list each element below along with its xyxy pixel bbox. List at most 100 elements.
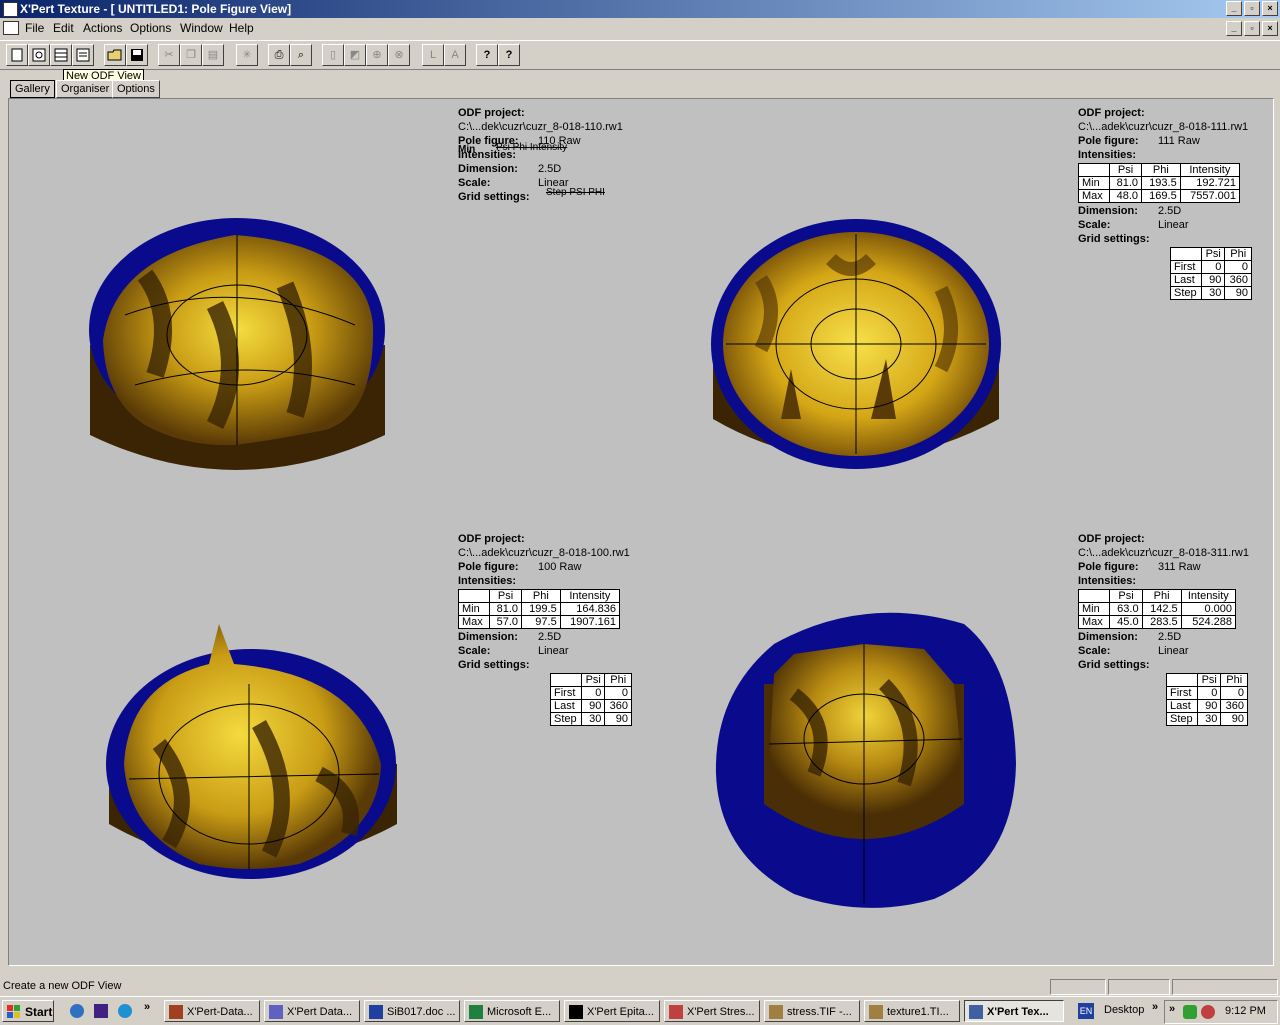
garbled-min-label: Min (458, 144, 476, 155)
task-xpert-texture[interactable]: X'Pert Tex... (964, 1000, 1064, 1022)
odf-project-label: ODF project: (458, 533, 525, 545)
figure-info-311: ODF project: C:\...adek\cuzr\cuzr_8-018-… (1077, 533, 1268, 733)
copy-icon[interactable]: ❐ (180, 44, 202, 66)
start-button[interactable]: Start (2, 1000, 54, 1022)
pole-figure-311[interactable] (714, 604, 1019, 914)
image-icon (869, 1005, 883, 1019)
new-report-button[interactable] (72, 44, 94, 66)
app-icon (569, 1005, 583, 1019)
pole-figure-111[interactable] (701, 219, 1006, 489)
status-bar: Create a new ODF View (0, 977, 1280, 995)
status-text: Create a new ODF View (3, 980, 122, 992)
language-indicator[interactable]: EN (1078, 1003, 1094, 1019)
page-icon[interactable]: ▯ (322, 44, 344, 66)
excel-icon (469, 1005, 483, 1019)
task-word-doc[interactable]: SiB017.doc ... (364, 1000, 460, 1022)
scale-value: Linear (1158, 219, 1189, 231)
close-button[interactable]: × (1262, 1, 1278, 16)
odf-project-path: C:\...adek\cuzr\cuzr_8-018-111.rw1 (1078, 121, 1249, 133)
pole-figure-110[interactable] (85, 215, 395, 490)
tab-gallery[interactable]: Gallery (10, 80, 55, 98)
system-tray: » 9:12 PM (1164, 1000, 1278, 1024)
scale-value: Linear (1158, 645, 1189, 657)
new-table-view-button[interactable] (50, 44, 72, 66)
print-icon[interactable]: ⎙ (268, 44, 290, 66)
tray-chevron[interactable]: » (1169, 1003, 1175, 1015)
chart-icon[interactable]: ◩ (344, 44, 366, 66)
taskbar: Start » X'Pert-Data... X'Pert Data... Si… (0, 996, 1280, 1025)
dimension-label: Dimension: (1078, 205, 1138, 217)
intensities-label: Intensities: (458, 575, 517, 587)
grid-settings-label: Grid settings: (1078, 659, 1150, 671)
task-stress-tif[interactable]: stress.TIF -... (764, 1000, 860, 1022)
minimize-button[interactable]: _ (1226, 1, 1242, 16)
odf-project-label: ODF project: (1078, 107, 1145, 119)
outlook-icon[interactable] (94, 1004, 108, 1018)
status-panel-3 (1172, 979, 1278, 995)
quicklaunch-chevron[interactable]: » (144, 1001, 150, 1013)
intensities-table: Psi Phi Intensity Min 81.0 199.5 164.836 Max 5… (457, 589, 621, 629)
task-xpert-epitaxy[interactable]: X'Pert Epita... (564, 1000, 660, 1022)
windows-logo-icon (7, 1005, 20, 1018)
scale-label: Scale: (1078, 645, 1111, 657)
cut-icon[interactable]: ✂ (158, 44, 180, 66)
desktop-toolbar-label[interactable]: Desktop (1104, 1004, 1144, 1016)
grid-settings-table: Psi Phi First 0 0 Last 90 360 Step 30 90 (1165, 673, 1248, 726)
label-a-button[interactable]: A (444, 44, 466, 66)
toolbar: ✂ ❐ ▤ ✳ ⎙ ⌕ ▯ ◩ ⊕ ⊗ L A ? ? (0, 40, 1280, 70)
context-help-icon[interactable]: ? (498, 44, 520, 66)
child-restore-button[interactable]: ▫ (1244, 21, 1260, 36)
globe-icon[interactable]: ⊕ (366, 44, 388, 66)
task-xpert-data-2[interactable]: X'Pert Data... (264, 1000, 360, 1022)
dimension-label: Dimension: (1078, 631, 1138, 643)
print-preview-icon[interactable]: ⌕ (290, 44, 312, 66)
menu-file[interactable]: File (25, 21, 44, 35)
tab-organiser[interactable]: Organiser (56, 80, 115, 98)
new-odf-view-button[interactable] (28, 44, 50, 66)
menu-options[interactable]: Options (130, 21, 171, 35)
task-xpert-stress[interactable]: X'Pert Stres... (664, 1000, 760, 1022)
save-icon[interactable] (126, 44, 148, 66)
scale-label: Scale: (458, 645, 491, 657)
dimension-value: 2.5D (1158, 631, 1182, 643)
odf-project-path: C:\...dek\cuzr\cuzr_8-018-110.rw1 (458, 121, 623, 133)
new-file-button[interactable] (6, 44, 28, 66)
task-xpert-data-1[interactable]: X'Pert-Data... (164, 1000, 260, 1022)
menu-window[interactable]: Window (180, 21, 223, 35)
open-folder-icon[interactable] (104, 44, 126, 66)
scale-value: Linear (538, 645, 569, 657)
pole-figure-value: 100 Raw (538, 561, 582, 573)
browser-icon[interactable] (118, 1004, 132, 1018)
menu-help[interactable]: Help (229, 21, 254, 35)
intensities-table: Psi Phi Intensity Min 81.0 193.5 192.721 Max 4… (1077, 163, 1241, 203)
sparkle-icon[interactable]: ✳ (236, 44, 258, 66)
label-l-button[interactable]: L (422, 44, 444, 66)
app-icon[interactable] (3, 2, 18, 17)
tab-options[interactable]: Options (112, 80, 160, 98)
clock[interactable]: 9:12 PM (1225, 1005, 1266, 1017)
intensities-table: Psi Phi Intensity Min 63.0 142.5 0.000 Max 45.… (1077, 589, 1237, 629)
sphere-icon[interactable]: ⊗ (388, 44, 410, 66)
child-minimize-button[interactable]: _ (1226, 21, 1242, 36)
title-bar: X'Pert Texture - [ UNTITLED1: Pole Figur… (0, 0, 1280, 18)
app-icon (969, 1005, 983, 1019)
pole-figure-gallery: ODF project: C:\...dek\cuzr\cuzr_8-018-1… (8, 98, 1274, 966)
menu-edit[interactable]: Edit (53, 21, 74, 35)
task-excel[interactable]: Microsoft E... (464, 1000, 560, 1022)
word-icon (369, 1005, 383, 1019)
desktop-chevron[interactable]: » (1152, 1001, 1158, 1013)
figure-info-100: ODF project: C:\...adek\cuzr\cuzr_8-018-… (457, 533, 648, 733)
image-icon (769, 1005, 783, 1019)
restore-button[interactable]: ▫ (1244, 1, 1260, 16)
document-icon[interactable] (3, 21, 19, 35)
security-icon[interactable] (1201, 1005, 1215, 1019)
app-icon (169, 1005, 183, 1019)
child-close-button[interactable]: × (1262, 21, 1278, 36)
help-icon[interactable]: ? (476, 44, 498, 66)
ie-icon[interactable] (70, 1004, 84, 1018)
task-texture-tif[interactable]: texture1.TI... (864, 1000, 960, 1022)
paste-icon[interactable]: ▤ (202, 44, 224, 66)
pole-figure-100[interactable] (99, 624, 404, 892)
network-icon[interactable] (1183, 1005, 1197, 1019)
menu-actions[interactable]: Actions (83, 21, 122, 35)
